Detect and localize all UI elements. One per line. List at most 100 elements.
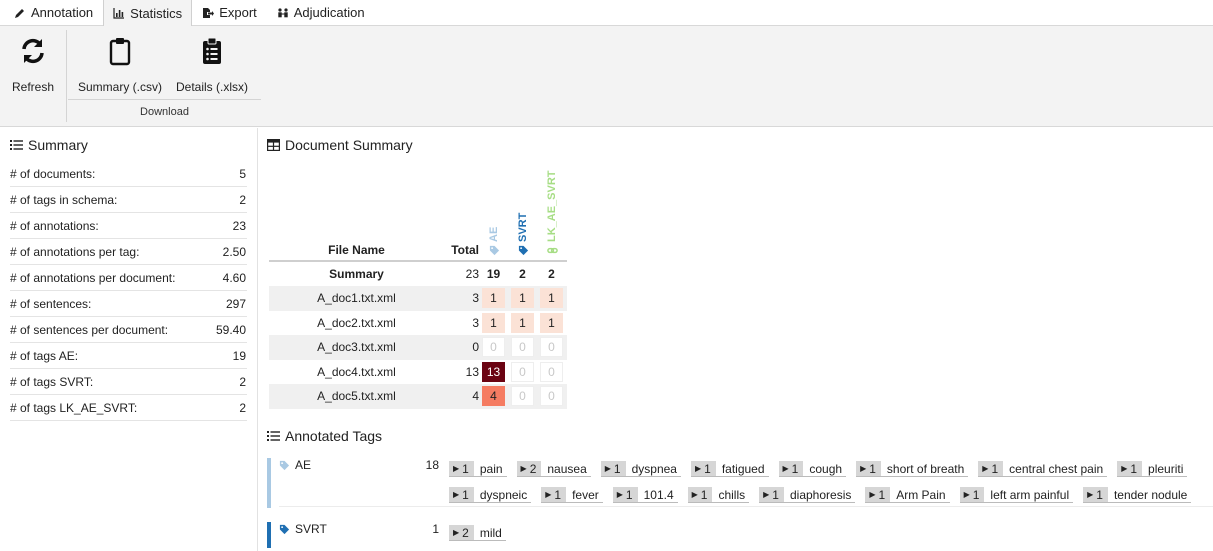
chip-count: ▶ 1 bbox=[449, 461, 474, 476]
annotation-chip[interactable]: ▶ 1 central chest pain bbox=[978, 461, 1108, 477]
annotation-chip[interactable]: ▶ 2 mild bbox=[449, 525, 506, 541]
summary-count-cell: 2 bbox=[548, 267, 555, 281]
chip-count-value: 1 bbox=[772, 487, 779, 502]
chip-count-value: 1 bbox=[625, 487, 633, 502]
summary-row: Summary 23 19 2 2 bbox=[269, 262, 567, 286]
tab-label: Statistics bbox=[130, 5, 183, 21]
col-tag-label: LK_AE_SVRT bbox=[546, 170, 558, 256]
chip-count-value: 1 bbox=[462, 487, 469, 502]
annotation-chip[interactable]: ▶ 1 Arm Pain bbox=[865, 487, 950, 503]
tag-icon bbox=[279, 460, 290, 471]
stat-label: # of tags AE: bbox=[10, 348, 79, 363]
group-divider bbox=[279, 506, 1213, 507]
chip-text: fatigued bbox=[721, 461, 765, 476]
annotated-tag-group: SVRT 1 ▶ 2 mild bbox=[267, 522, 1213, 548]
stat-value: 23 bbox=[232, 218, 246, 233]
document-row[interactable]: A_doc5.txt.xml 4 4 0 0 bbox=[269, 384, 567, 409]
document-row[interactable]: A_doc2.txt.xml 3 1 1 1 bbox=[269, 311, 567, 336]
caret-right-icon: ▶ bbox=[694, 464, 702, 473]
chip-count-value: 1 bbox=[462, 461, 469, 476]
chip-text: chills bbox=[718, 487, 746, 502]
chip-text: pleuriti bbox=[1148, 461, 1184, 476]
annotation-chip[interactable]: ▶ 1 pleuriti bbox=[1117, 461, 1188, 477]
chip-count-value: 1 bbox=[991, 461, 999, 476]
document-summary-table: File Name Total AE SVRT LK_AE_SVRT Summary… bbox=[269, 156, 567, 409]
tab-statistics[interactable]: Statistics bbox=[103, 0, 193, 26]
caret-right-icon: ▶ bbox=[963, 490, 970, 499]
summary-csv-button[interactable]: Summary (.csv) bbox=[78, 36, 162, 94]
caret-right-icon: ▶ bbox=[453, 464, 460, 473]
annotation-chip[interactable]: ▶ 1 dyspneic bbox=[449, 487, 532, 503]
annotation-chip[interactable]: ▶ 1 fatigued bbox=[690, 461, 769, 477]
stat-value: 2.50 bbox=[222, 244, 246, 259]
document-row[interactable]: A_doc3.txt.xml 0 0 0 0 bbox=[269, 335, 567, 360]
document-row[interactable]: A_doc1.txt.xml 3 1 1 1 bbox=[269, 286, 567, 311]
details-xlsx-button[interactable]: Details (.xlsx) bbox=[176, 36, 248, 94]
tab-export[interactable]: Export bbox=[192, 0, 267, 25]
main-panel: Document Summary File Name Total AE SVRT L… bbox=[267, 128, 1213, 551]
summary-stat-row: # of annotations: 23 bbox=[10, 213, 247, 239]
row-cells: 19 2 2 bbox=[482, 264, 563, 284]
annotation-chip[interactable]: ▶ 2 nausea bbox=[516, 461, 591, 477]
list-icon bbox=[267, 431, 280, 441]
tag-header: AE bbox=[279, 458, 311, 472]
count-cell: 1 bbox=[511, 312, 534, 333]
refresh-button[interactable]: Refresh bbox=[12, 36, 54, 94]
summary-stat-row: # of tags AE: 19 bbox=[10, 343, 247, 369]
annotation-chip[interactable]: ▶ 1 left arm painful bbox=[959, 487, 1074, 503]
annotation-chip[interactable]: ▶ 1 chills bbox=[687, 487, 750, 503]
count-cell: 0 bbox=[540, 361, 563, 382]
row-file-name: A_doc5.txt.xml bbox=[317, 389, 396, 404]
tag-icon bbox=[279, 524, 290, 535]
refresh-icon bbox=[22, 38, 44, 64]
col-tag-ae[interactable]: AE bbox=[482, 156, 506, 256]
tag-icon bbox=[518, 245, 529, 256]
document-row[interactable]: A_doc4.txt.xml 13 13 0 0 bbox=[269, 360, 567, 385]
tag-name: SVRT bbox=[295, 522, 327, 536]
count-cell: 0 bbox=[511, 337, 534, 358]
row-cells: 13 0 0 bbox=[482, 361, 563, 382]
stat-label: # of tags in schema: bbox=[10, 192, 118, 207]
annotation-chip[interactable]: ▶ 1 101.4 bbox=[612, 487, 678, 503]
tag-name: AE bbox=[295, 458, 312, 472]
summary-stat-row: # of sentences: 297 bbox=[10, 291, 247, 317]
annotation-chip[interactable]: ▶ 1 pain bbox=[449, 461, 507, 477]
annotation-chip[interactable]: ▶ 1 short of breath bbox=[856, 461, 969, 477]
annotation-chip[interactable]: ▶ 1 tender nodule bbox=[1083, 487, 1192, 503]
row-total: 13 bbox=[465, 364, 479, 379]
count-cell: 0 bbox=[540, 337, 563, 358]
caret-right-icon: ▶ bbox=[616, 490, 623, 499]
count-cell: 0 bbox=[540, 386, 563, 407]
caret-right-icon: ▶ bbox=[763, 490, 770, 499]
caret-right-icon: ▶ bbox=[869, 490, 876, 499]
tag-header: SVRT bbox=[279, 522, 327, 536]
annotation-chip[interactable]: ▶ 1 diaphoresis bbox=[759, 487, 856, 503]
ribbon-group-divider bbox=[68, 99, 261, 100]
row-cells: 111 bbox=[482, 312, 563, 333]
stat-value: 19 bbox=[232, 348, 246, 363]
annotation-chip[interactable]: ▶ 1 cough bbox=[778, 461, 847, 477]
caret-right-icon: ▶ bbox=[860, 464, 867, 473]
tag-color-bar bbox=[267, 522, 271, 548]
count-cell: 0 bbox=[511, 361, 534, 382]
tab-annotation[interactable]: Annotation bbox=[4, 0, 103, 25]
count-cell: 1 bbox=[540, 288, 563, 309]
chip-text: Arm Pain bbox=[896, 487, 946, 502]
col-tag-label: SVRT bbox=[517, 213, 529, 256]
count-cell: 1 bbox=[540, 312, 563, 333]
row-cells: 111 bbox=[482, 288, 563, 309]
col-tag-svrt[interactable]: SVRT bbox=[511, 156, 535, 256]
count-cell: 1 bbox=[482, 288, 505, 309]
tab-adjudication[interactable]: Adjudication bbox=[267, 0, 375, 25]
caret-right-icon: ▶ bbox=[453, 490, 460, 499]
count-cell: 13 bbox=[482, 361, 505, 382]
col-tag-lk_ae_svrt[interactable]: LK_AE_SVRT bbox=[540, 156, 564, 256]
summary-count-cell: 2 bbox=[519, 267, 526, 281]
caret-right-icon: ▶ bbox=[453, 528, 460, 537]
tab-label: Adjudication bbox=[293, 5, 365, 20]
annotation-chip[interactable]: ▶ 1 fever bbox=[541, 487, 603, 503]
summary-csv-label: Summary (.csv) bbox=[78, 80, 162, 94]
chip-count: ▶ 2 bbox=[516, 461, 542, 476]
annotation-chip[interactable]: ▶ 1 dyspnea bbox=[600, 461, 681, 477]
chip-count: ▶ 1 bbox=[541, 487, 567, 502]
